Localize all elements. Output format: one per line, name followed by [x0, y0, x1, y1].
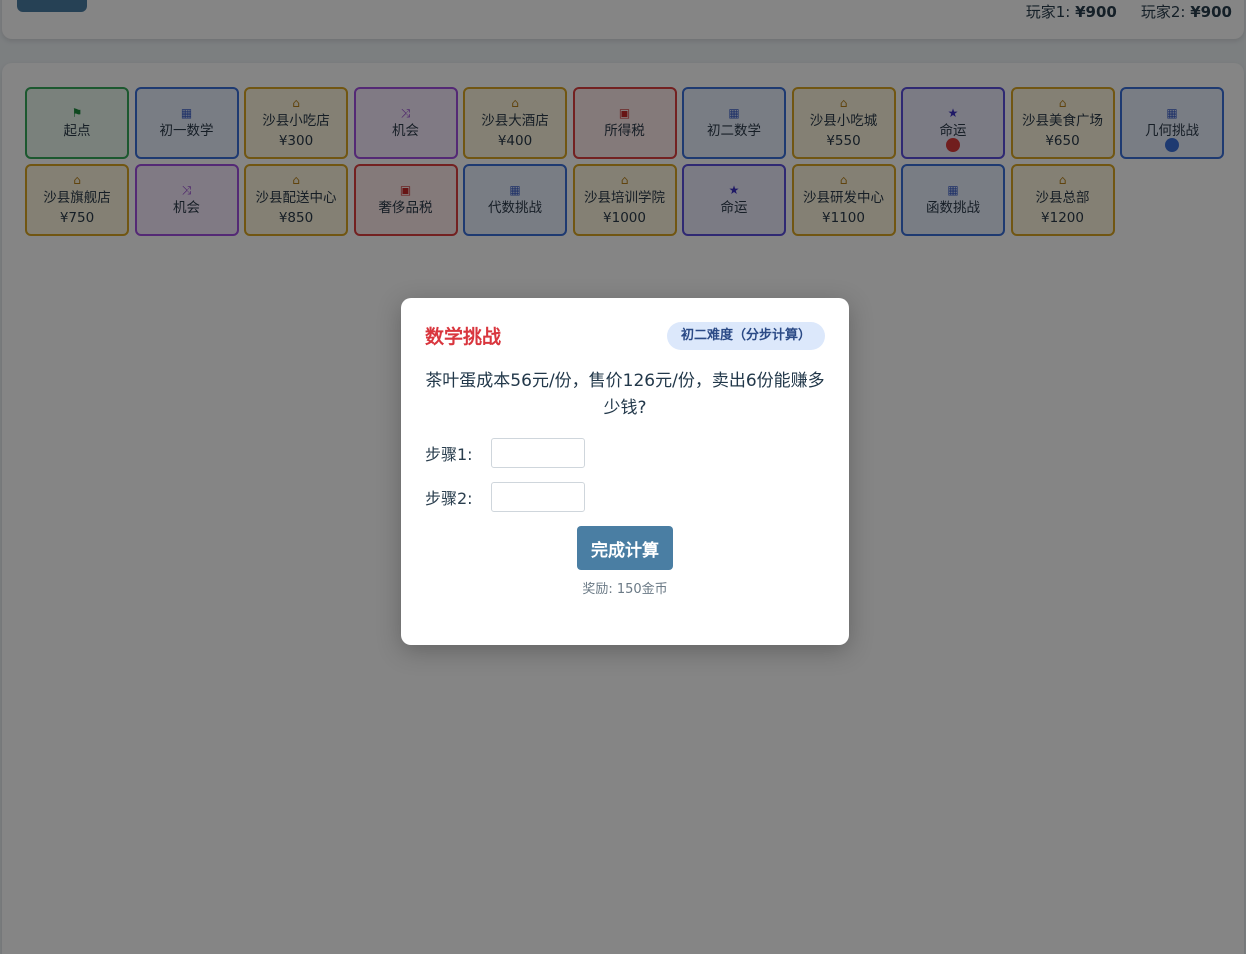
reward-text: 奖励: 150金币 — [582, 582, 668, 597]
step-1-row: 步骤1: — [425, 438, 585, 468]
math-challenge-modal: 数学挑战 初二难度（分步计算） 茶叶蛋成本56元/份，售价126元/份，卖出6份… — [401, 298, 849, 645]
step-1-input[interactable] — [490, 438, 585, 468]
step-2-input[interactable] — [490, 482, 585, 512]
step-2-row: 步骤2: — [425, 482, 585, 512]
step-1-label: 步骤1: — [425, 445, 473, 464]
modal-title: 数学挑战 — [425, 326, 502, 348]
question-text: 茶叶蛋成本56元/份，售价126元/份，卖出6份能赚多少钱? — [425, 371, 825, 418]
step-2-label: 步骤2: — [425, 489, 473, 508]
complete-calculation-button[interactable]: 完成计算 — [577, 526, 673, 570]
game-page: 玩家1: ¥900 玩家2: ¥900 ⚑ 起点 ▦ 初一数学 ⌂ 沙县小吃店 ¥300 ⤨ 机… — [0, 0, 1246, 954]
difficulty-badge: 初二难度（分步计算） — [666, 322, 825, 350]
